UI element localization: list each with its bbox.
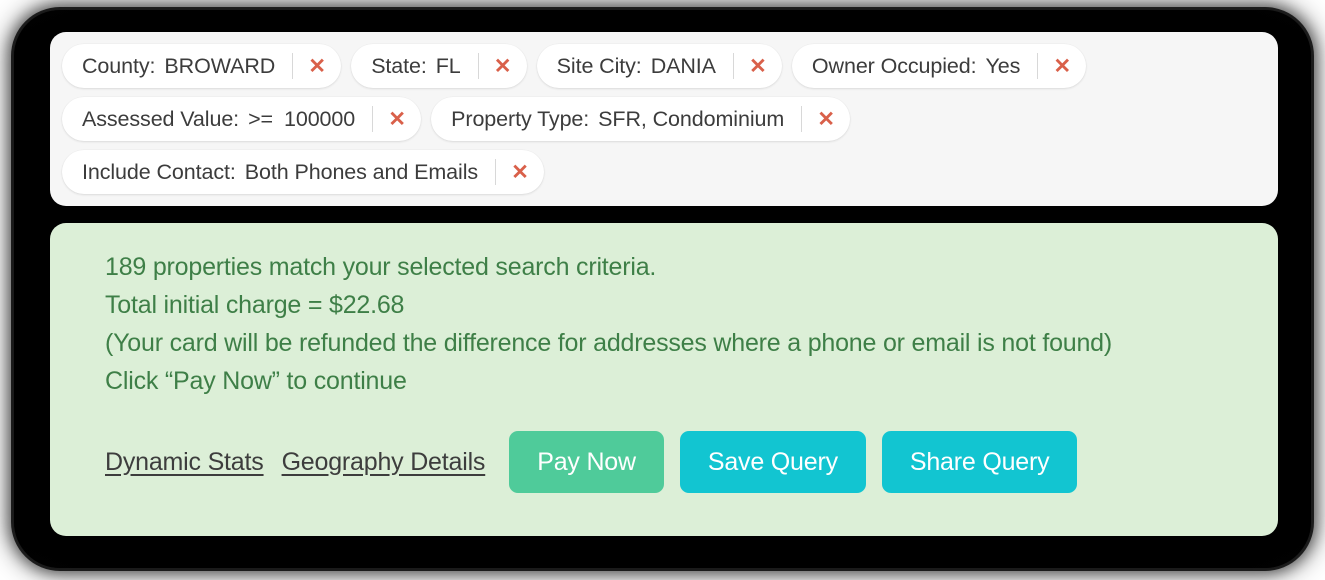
close-icon[interactable]: ✕ (479, 44, 527, 88)
filter-chip-value: Yes (985, 53, 1021, 78)
results-message-block: 189 properties match your selected searc… (105, 248, 1238, 400)
filter-chip[interactable]: Owner Occupied: Yes ✕ (791, 44, 1087, 88)
share-query-button[interactable]: Share Query (881, 431, 1078, 493)
close-icon[interactable]: ✕ (293, 44, 341, 88)
page-content: County: BROWARD ✕ State: FL ✕ Site City: DANIA ✕… (50, 32, 1278, 536)
filter-chip[interactable]: Assessed Value: >= 100000 ✕ (62, 97, 422, 141)
filter-chip-text: Owner Occupied: Yes (792, 44, 1037, 88)
results-match-line: 189 properties match your selected searc… (105, 253, 657, 281)
results-charge-line: Total initial charge = $22.68 (105, 291, 405, 319)
filter-chip-bar: County: BROWARD ✕ State: FL ✕ Site City: DANIA ✕… (50, 32, 1278, 206)
filter-chip-label: Property Type: (451, 106, 590, 131)
dynamic-stats-link[interactable]: Dynamic Stats (105, 448, 264, 477)
filter-chip-text: Site City: DANIA (537, 44, 733, 88)
filter-chip[interactable]: County: BROWARD ✕ (62, 44, 342, 88)
filter-chip-value: BROWARD (164, 53, 276, 78)
results-cta-line: Click “Pay Now” to continue (105, 367, 407, 395)
filter-chip-label: County: (82, 53, 156, 78)
filter-chip-text: Property Type: SFR, Condominium (431, 97, 801, 141)
filter-chip-label: Site City: (556, 53, 642, 78)
close-icon[interactable]: ✕ (734, 44, 782, 88)
close-icon[interactable]: ✕ (802, 97, 850, 141)
filter-chip-value: 100000 (283, 106, 356, 131)
close-icon[interactable]: ✕ (373, 97, 421, 141)
filter-chip-value: Both Phones and Emails (244, 159, 479, 184)
filter-chip[interactable]: Property Type: SFR, Condominium ✕ (431, 97, 851, 141)
results-refund-note: (Your card will be refunded the differen… (105, 329, 1113, 357)
filter-chip[interactable]: Include Contact: Both Phones and Emails ✕ (62, 150, 545, 194)
filter-chip-operator: >= (248, 106, 273, 131)
filter-chip[interactable]: State: FL ✕ (351, 44, 527, 88)
filter-chip-text: State: FL (351, 44, 477, 88)
close-icon[interactable]: ✕ (496, 150, 544, 194)
geography-details-link[interactable]: Geography Details (282, 448, 486, 477)
filter-chip-text: County: BROWARD (62, 44, 292, 88)
pay-now-button[interactable]: Pay Now (509, 431, 664, 493)
screenshot-root: County: BROWARD ✕ State: FL ✕ Site City: DANIA ✕… (0, 0, 1325, 580)
filter-chip-label: Include Contact: (82, 159, 236, 184)
results-action-row: Dynamic Stats Geography Details Pay Now … (105, 431, 1238, 493)
filter-chip[interactable]: Site City: DANIA ✕ (536, 44, 782, 88)
filter-chip-label: Owner Occupied: (811, 53, 977, 78)
filter-chip-text: Include Contact: Both Phones and Emails (62, 150, 495, 194)
filter-chip-text: Assessed Value: >= 100000 (62, 97, 372, 141)
filter-chip-label: State: (371, 53, 427, 78)
filter-chip-value: DANIA (650, 53, 716, 78)
filter-chip-value: FL (435, 53, 461, 78)
filter-chip-label: Assessed Value: (82, 106, 240, 131)
close-icon[interactable]: ✕ (1038, 44, 1086, 88)
search-results-panel: 189 properties match your selected searc… (50, 223, 1278, 536)
filter-chip-value: SFR, Condominium (598, 106, 785, 131)
save-query-button[interactable]: Save Query (679, 431, 866, 493)
